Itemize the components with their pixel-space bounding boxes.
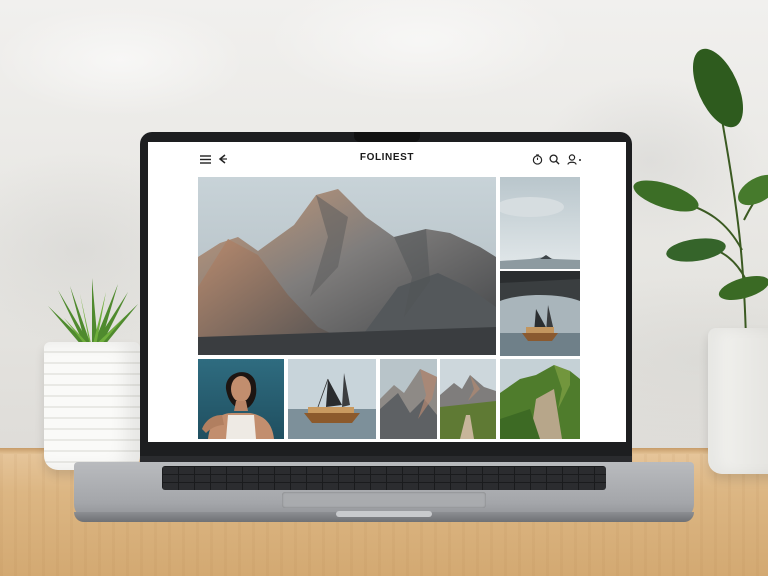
profile-icon[interactable] — [566, 152, 584, 166]
photo-tile-cloudy-sky[interactable] — [500, 177, 580, 269]
search-icon[interactable] — [547, 152, 561, 166]
leafy-plant — [633, 48, 768, 340]
photo-tile-rock-arch[interactable] — [500, 271, 580, 356]
photo-tile-green-mountain[interactable] — [500, 359, 580, 439]
timer-icon[interactable] — [530, 152, 544, 166]
white-pot-right — [708, 328, 768, 474]
sailboat-image — [288, 359, 376, 439]
photo-tile-rocky-mountain[interactable] — [380, 359, 437, 439]
photo-tile-sailboat[interactable] — [288, 359, 376, 439]
cloudy-sky-image — [500, 177, 580, 269]
green-mountain-image — [500, 359, 580, 439]
photo-tile-woman-portrait[interactable] — [198, 359, 284, 439]
camera-notch — [354, 132, 420, 142]
photo-tile-mountain-trail[interactable] — [440, 359, 496, 439]
mountain-trail-image — [440, 359, 496, 439]
rock-arch-sailboat-image — [500, 271, 580, 356]
trackpad[interactable] — [282, 492, 486, 508]
keyboard[interactable] — [162, 466, 606, 490]
app-header: FOLINEST — [148, 142, 626, 176]
woman-portrait-image — [198, 359, 284, 439]
photo-tile-mountain-peak[interactable] — [198, 177, 496, 355]
laptop-screen: FOLINEST — [148, 142, 626, 442]
mountain-peak-image — [198, 177, 496, 355]
front-notch — [336, 511, 432, 517]
rocky-mountain-image — [380, 359, 437, 439]
white-ribbed-pot — [44, 342, 140, 470]
succulent-plant — [48, 278, 138, 348]
